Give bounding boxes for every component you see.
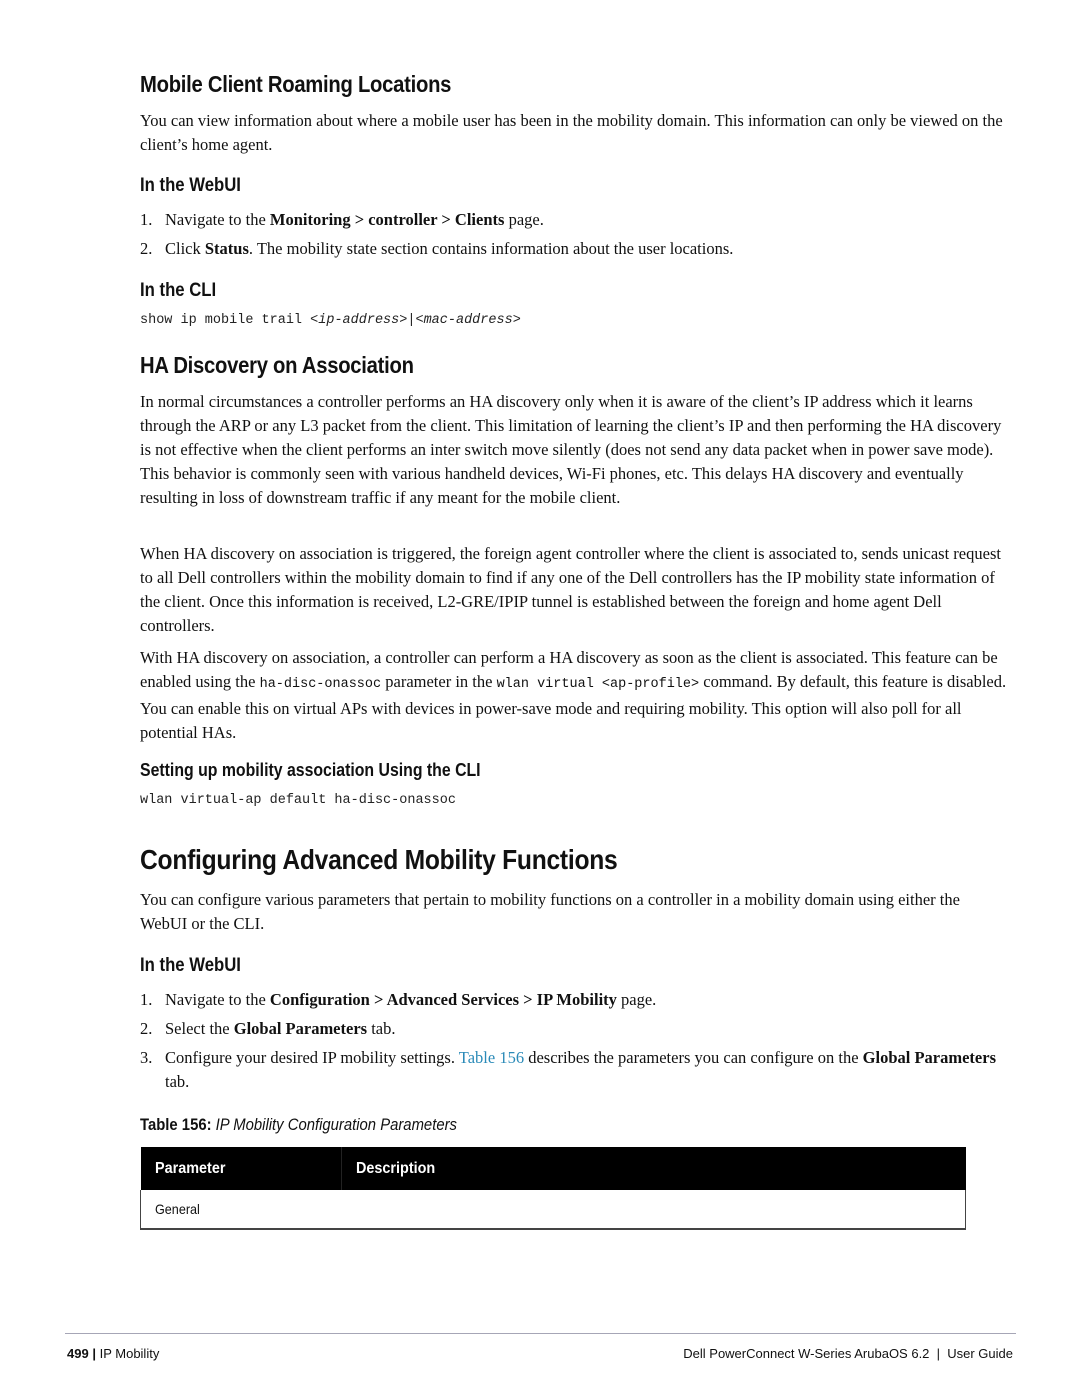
inline-code: wlan virtual <ap-profile> [496, 677, 700, 692]
ha-discovery-paragraph-2: When HA discovery on association is trig… [140, 544, 1001, 635]
ha-cli-heading: Setting up mobility association Using th… [140, 760, 481, 780]
table-header-row: Parameter Description [140, 1147, 966, 1190]
roaming-cli-command: show ip mobile trail <ip-address>|<mac-a… [140, 313, 521, 328]
advanced-webui-heading: In the WebUI [140, 955, 241, 976]
table-156-link[interactable]: Table 156 [459, 1048, 524, 1067]
ha-discovery-paragraph-3: With HA discovery on association, a cont… [140, 648, 1007, 742]
chapter-title: IP Mobility [99, 1346, 160, 1361]
list-item: 2. Click Status. The mobility state secti… [140, 239, 734, 258]
footer-page-info: 499 | IP Mobility [67, 1346, 160, 1361]
roaming-cli-heading: In the CLI [140, 280, 217, 301]
parameters-table: Parameter Description General [140, 1147, 966, 1230]
table-caption-title: IP Mobility Configuration Parameters [215, 1116, 457, 1134]
advanced-webui-steps: 1. Navigate to the Configuration > Advanc… [140, 988, 1010, 1094]
advanced-intro: You can configure various parameters tha… [140, 890, 960, 933]
ui-path: Configuration > Advanced Services > IP M… [269, 990, 617, 1009]
ui-path: Monitoring > controller > Clients [269, 210, 505, 229]
table-caption-label: Table 156: [140, 1116, 212, 1134]
column-header-description: Description [341, 1147, 966, 1190]
footer-divider [65, 1333, 1016, 1334]
list-item: 1. Navigate to the Monitoring > controlle… [140, 210, 544, 229]
list-item: 3. Configure your desired IP mobility set… [140, 1048, 996, 1091]
ui-element-name: Global Parameters [233, 1019, 368, 1038]
roaming-webui-heading: In the WebUI [140, 175, 241, 196]
section-heading-ha-discovery: HA Discovery on Association [140, 352, 414, 378]
list-item: 2. Select the Global Parameters tab. [140, 1019, 396, 1038]
ui-element-name: Global Parameters [862, 1048, 996, 1067]
section-heading-roaming: Mobile Client Roaming Locations [140, 71, 452, 97]
table-caption: Table 156: IP Mobility Configuration Par… [140, 1116, 457, 1135]
ha-cli-command: wlan virtual-ap default ha-disc-onassoc [140, 793, 456, 808]
roaming-intro: You can view information about where a m… [140, 111, 1003, 154]
ui-element-name: Status [204, 239, 249, 258]
roaming-webui-steps: 1. Navigate to the Monitoring > controlle… [140, 208, 1010, 261]
column-header-parameter: Parameter [140, 1147, 342, 1190]
page-number: 499 [67, 1346, 89, 1361]
table-row: General [140, 1190, 966, 1230]
footer-guide-title: Dell PowerConnect W-Series ArubaOS 6.2 |… [683, 1346, 1013, 1361]
list-item: 1. Navigate to the Configuration > Advanc… [140, 990, 657, 1009]
ha-discovery-paragraph-1: In normal circumstances a controller per… [140, 392, 1002, 507]
section-heading-advanced: Configuring Advanced Mobility Functions [140, 844, 618, 875]
inline-code: ha-disc-onassoc [259, 677, 382, 692]
table-cell-group: General [140, 1190, 966, 1230]
